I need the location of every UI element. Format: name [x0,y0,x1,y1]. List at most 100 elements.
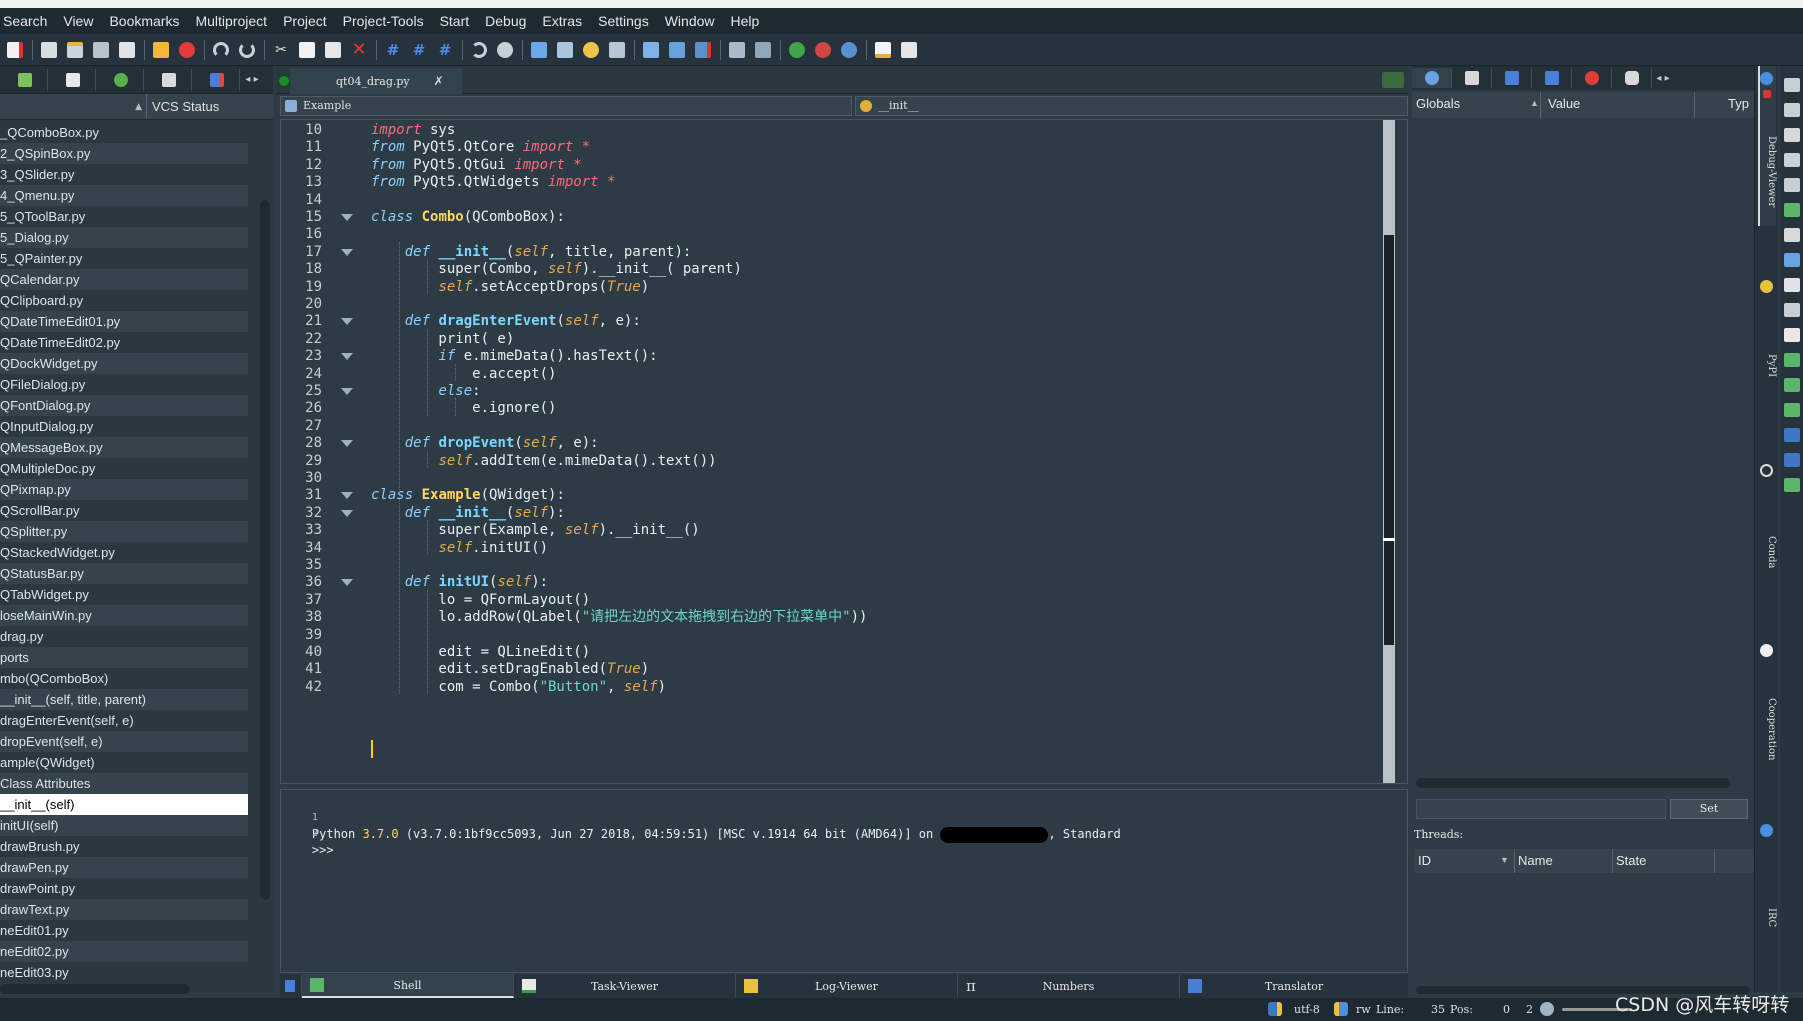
tool-icon[interactable] [1784,278,1800,292]
menu-extras[interactable]: Extras [539,13,595,29]
menu-search[interactable]: Search [0,13,60,29]
file-list-item[interactable]: QPixmap.py [0,479,248,500]
tab-project-resources[interactable] [98,68,144,91]
debug-start-button[interactable] [786,39,808,61]
new-file-button[interactable] [4,39,26,61]
file-list-item[interactable]: 5_Dialog.py [0,227,248,248]
python-shell[interactable]: 1 Python 3.7.0 (v3.7.0:1bf9cc5093, Jun 2… [280,789,1408,973]
side-tab-conda[interactable]: Conda [1757,536,1777,568]
type-column-header[interactable]: Typ [1728,96,1749,111]
editor-scrollbar-thumb[interactable] [1384,235,1394,645]
code-line[interactable]: self.addItem(e.mimeData().text()) [371,451,716,471]
tab-project-translations[interactable] [146,68,192,91]
side-tab-debug-viewer[interactable]: Debug-Viewer [1757,136,1777,207]
tool-icon[interactable] [1784,328,1800,342]
tab-globals[interactable] [1412,68,1452,88]
reload-button[interactable] [468,39,490,61]
side-tab-irc[interactable]: IRC [1757,908,1777,927]
threads-table[interactable] [1414,873,1754,983]
tab-call-stack[interactable] [1492,68,1532,88]
editor-tab-qt04-drag[interactable]: qt04_drag.py ✗ [278,68,462,94]
comment-button[interactable]: # [382,39,404,61]
tab-scroll-arrows[interactable]: ◂ ▸ [1652,68,1674,88]
thread-state-column-header[interactable]: State [1616,853,1646,868]
file-list-item[interactable]: ample(QWidget) [0,752,248,773]
tab-project-others[interactable] [194,68,240,91]
code-line[interactable]: class Combo(QComboBox): [371,207,565,227]
file-list-item[interactable]: QFontDialog.py [0,395,248,416]
tab-project-forms[interactable] [50,68,96,91]
bookmark-next-button[interactable] [752,39,774,61]
file-list-item[interactable]: QCalendar.py [0,269,248,290]
fold-toggle-icon[interactable] [341,579,353,587]
tool-icon[interactable] [1784,153,1800,167]
shell-prompt-line[interactable]: 2 >>> [283,808,334,857]
globals-column-header[interactable]: Globals [1416,96,1460,111]
fold-toggle-icon[interactable] [341,509,353,517]
tool-icon[interactable] [1784,78,1800,92]
file-list-item[interactable]: QFileDialog.py [0,374,248,395]
file-list-item[interactable]: QScrollBar.py [0,500,248,521]
add-file-button[interactable] [640,39,662,61]
menu-view[interactable]: View [60,13,106,29]
variable-filter-input[interactable] [1416,799,1666,819]
fold-toggle-icon[interactable] [341,492,353,500]
tool-icon[interactable] [1784,478,1800,492]
code-line[interactable]: self.initUI() [371,538,548,558]
toggle-comment-button[interactable]: # [434,39,456,61]
bottom-panel-toggle[interactable] [280,974,302,998]
menu-bookmarks[interactable]: Bookmarks [106,13,192,29]
edit-button[interactable] [872,39,894,61]
file-list-item[interactable]: drawPen.py [0,857,248,878]
tool-icon[interactable] [1784,228,1800,242]
file-list-item[interactable]: __init__(self) [0,794,248,815]
tab-watchpoints[interactable] [1612,68,1652,88]
tab-breakpoints[interactable] [1532,68,1572,88]
file-list-item[interactable]: dragEnterEvent(self, e) [0,710,248,731]
menu-start[interactable]: Start [437,13,483,29]
file-list-item[interactable]: drawPoint.py [0,878,248,899]
tool-icon[interactable] [1784,128,1800,142]
code-line[interactable]: from PyQt5.QtWidgets import * [371,172,615,192]
file-list-item[interactable]: _QComboBox.py [0,122,248,143]
replace-button[interactable] [606,39,628,61]
tab-locals[interactable] [1452,68,1492,88]
save-copy-button[interactable] [116,39,138,61]
save-as-button[interactable] [64,39,86,61]
file-list-item[interactable]: QClipboard.py [0,290,248,311]
tool-icon[interactable] [1784,453,1800,467]
globals-table[interactable] [1412,118,1754,780]
tab-translator[interactable]: Translator [1180,974,1408,998]
remove-file-button[interactable] [692,39,714,61]
value-column-header[interactable]: Value [1548,96,1580,111]
tab-list-button[interactable] [1382,72,1404,88]
run-project-button[interactable] [554,39,576,61]
tool-icon[interactable] [1784,178,1800,192]
file-list-item[interactable]: QStatusBar.py [0,563,248,584]
file-list-item[interactable]: QSplitter.py [0,521,248,542]
bookmark-button[interactable] [726,39,748,61]
print-button[interactable] [150,39,172,61]
undo-button[interactable] [210,39,232,61]
fold-toggle-icon[interactable] [341,248,353,256]
close-tab-icon[interactable]: ✗ [434,74,444,88]
tool-icon[interactable] [1784,303,1800,317]
file-list-item[interactable]: neEdit01.py [0,920,248,941]
file-list-item[interactable]: QInputDialog.py [0,416,248,437]
fold-toggle-icon[interactable] [341,318,353,326]
file-list-item[interactable]: QStackedWidget.py [0,542,248,563]
tab-log-viewer[interactable]: Log-Viewer [736,974,958,998]
file-list-item[interactable]: neEdit02.py [0,941,248,962]
file-list-item[interactable]: QMultipleDoc.py [0,458,248,479]
menu-settings[interactable]: Settings [595,13,662,29]
menu-help[interactable]: Help [728,13,773,29]
tab-task-viewer[interactable]: Task-Viewer [514,974,736,998]
tool-icon[interactable] [1784,403,1800,417]
close-file-button[interactable] [176,39,198,61]
file-list-item[interactable]: QTabWidget.py [0,584,248,605]
editor-scrollbar[interactable] [1383,120,1395,783]
save-all-button[interactable] [90,39,112,61]
uncomment-button[interactable]: # [408,39,430,61]
method-selector[interactable]: __init__ [855,96,1408,116]
name-column-header[interactable]: ▲ [0,94,147,119]
